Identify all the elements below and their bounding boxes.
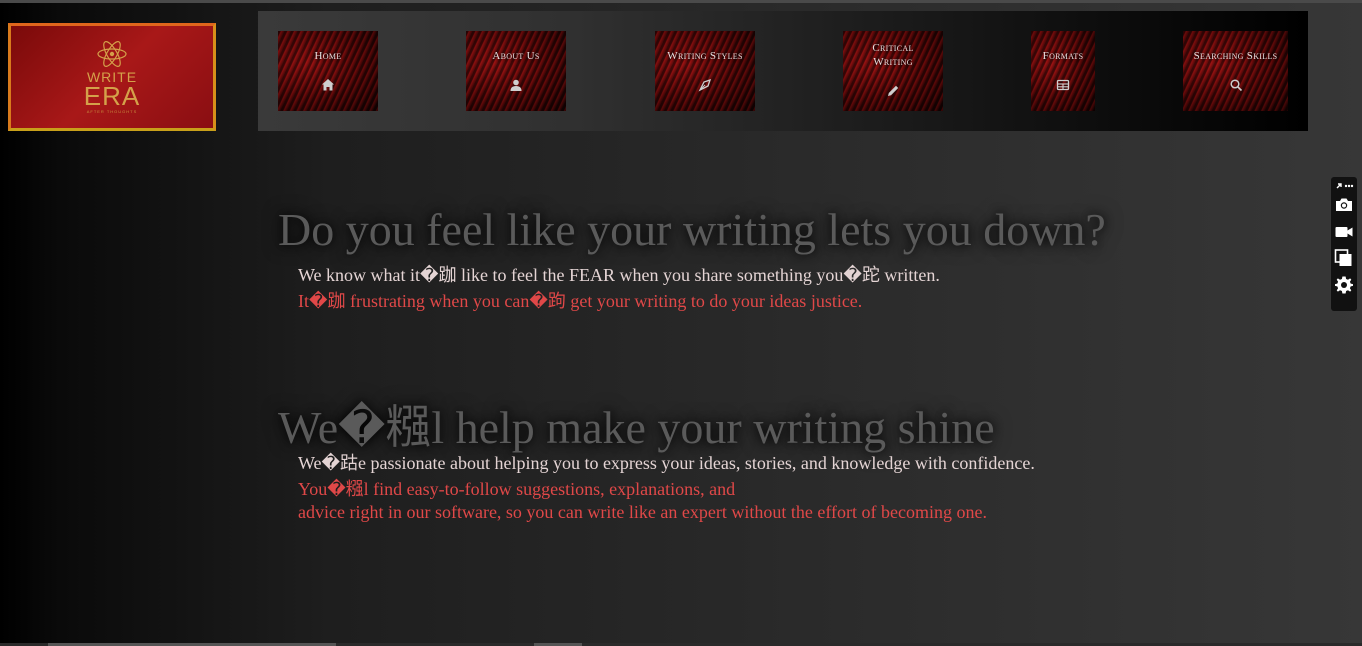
pen-nib-icon (698, 78, 712, 92)
section2-text-2: You�糨l find easy-to-follow suggestions, … (298, 479, 736, 499)
nav-critical-writing-label: Critical Writing (872, 42, 914, 68)
copy-icon[interactable] (1334, 248, 1354, 268)
nav-formats[interactable]: Formats (1031, 31, 1095, 111)
nav-searching-skills-label: Searching Skills (1193, 50, 1278, 62)
section2-text-1: We�跍e passionate about helping you to ex… (298, 453, 1035, 473)
nav-about-us-label: About Us (492, 50, 540, 62)
section1-text-1: We know what it�跏 like to feel the FEAR … (298, 265, 940, 285)
video-icon[interactable] (1334, 222, 1354, 242)
nav-critical-writing[interactable]: Critical Writing (843, 31, 943, 111)
nav-about-us[interactable]: About Us (466, 31, 566, 111)
nav-writing-styles[interactable]: Writing Styles (655, 31, 755, 111)
table-icon (1056, 79, 1070, 91)
section2-heading: We�糨l help make your writing shine (278, 402, 995, 453)
link-more-icon[interactable] (1334, 179, 1354, 193)
home-icon (322, 79, 334, 91)
logo-tagline: AFTER THOUGHTS (86, 109, 138, 114)
site-logo[interactable]: WRITE ERA AFTER THOUGHTS (8, 23, 216, 131)
main-navigation: Home About Us Writing Styles Critical Wr… (258, 11, 1308, 131)
nav-searching-skills[interactable]: Searching Skills (1183, 31, 1288, 111)
nav-formats-label: Formats (1042, 50, 1084, 62)
section1-text-2: It�跏 frustrating when you can�跔 get your… (298, 291, 863, 311)
atom-icon (97, 41, 127, 67)
section1-heading: Do you feel like your writing lets you d… (278, 204, 1106, 255)
nav-writing-styles-label: Writing Styles (667, 50, 743, 62)
pencil-icon (888, 85, 899, 96)
user-icon (510, 79, 522, 91)
search-icon (1229, 79, 1242, 92)
settings-icon[interactable] (1334, 275, 1354, 295)
section2-text-3: advice right in our software, so you can… (298, 502, 987, 522)
nav-home-label: Home (314, 50, 342, 62)
camera-icon[interactable] (1334, 195, 1354, 215)
logo-text-era: ERA (83, 81, 141, 111)
capture-toolbar (1331, 177, 1357, 311)
top-border (0, 0, 1362, 3)
nav-home[interactable]: Home (278, 31, 378, 111)
